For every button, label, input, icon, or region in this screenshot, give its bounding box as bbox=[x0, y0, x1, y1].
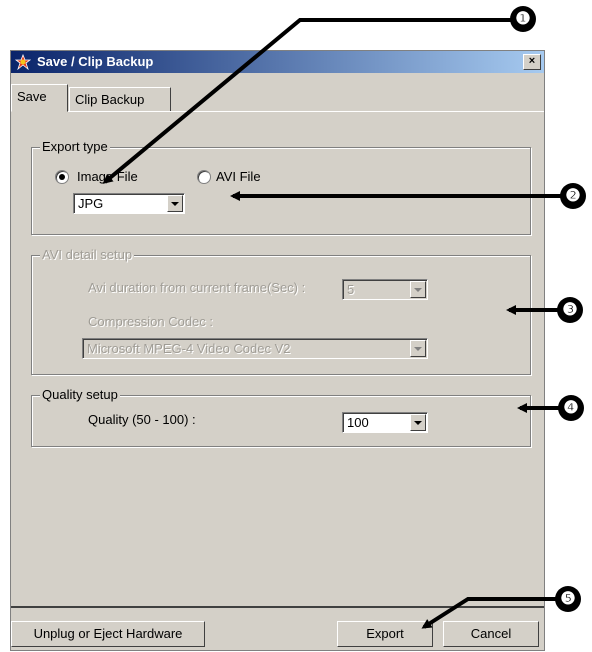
chevron-down-icon[interactable] bbox=[167, 195, 183, 212]
quality-select[interactable]: 100 bbox=[342, 412, 428, 433]
export-button[interactable]: Export bbox=[337, 621, 433, 647]
avi-file-label[interactable]: AVI File bbox=[216, 169, 261, 184]
callout-2: ❷ bbox=[560, 183, 586, 209]
callout-5: ❺ bbox=[555, 586, 581, 612]
avi-duration-value: 5 bbox=[347, 282, 355, 297]
export-type-label: Export type bbox=[40, 139, 110, 154]
avi-detail-group: AVI detail setup Avi duration from curre… bbox=[31, 247, 531, 375]
image-format-select[interactable]: JPG bbox=[73, 193, 185, 214]
tab-clip-backup[interactable]: Clip Backup bbox=[69, 87, 171, 111]
tab-save[interactable]: Save bbox=[11, 84, 68, 112]
quality-setup-label: Quality setup bbox=[40, 387, 120, 402]
title-bar[interactable]: Save / Clip Backup × bbox=[11, 51, 544, 73]
window-title: Save / Clip Backup bbox=[37, 54, 154, 69]
callout-4: ❹ bbox=[558, 395, 584, 421]
image-file-label[interactable]: Image File bbox=[77, 169, 138, 184]
avi-duration-label: Avi duration from current frame(Sec) : bbox=[88, 280, 306, 295]
chevron-down-icon bbox=[410, 340, 426, 357]
compression-codec-value: Microsoft MPEG-4 Video Codec V2 bbox=[87, 341, 291, 356]
quality-value: 100 bbox=[347, 415, 369, 430]
save-clip-backup-window: Save / Clip Backup × Save Clip Backup Ex… bbox=[10, 50, 545, 651]
quality-label: Quality (50 - 100) : bbox=[88, 412, 196, 427]
image-file-radio[interactable] bbox=[55, 170, 69, 184]
export-type-group: Export type Image File AVI File JPG bbox=[31, 139, 531, 235]
unplug-eject-hardware-button[interactable]: Unplug or Eject Hardware bbox=[11, 621, 205, 647]
image-format-value: JPG bbox=[78, 196, 104, 211]
compression-codec-label: Compression Codec : bbox=[88, 314, 213, 329]
cancel-button[interactable]: Cancel bbox=[443, 621, 539, 647]
chevron-down-icon bbox=[410, 281, 426, 298]
avi-duration-select: 5 bbox=[342, 279, 428, 300]
chevron-down-icon[interactable] bbox=[410, 414, 426, 431]
close-button[interactable]: × bbox=[523, 54, 541, 70]
callout-1: ❶ bbox=[510, 6, 536, 32]
compression-codec-select: Microsoft MPEG-4 Video Codec V2 bbox=[82, 338, 428, 359]
app-icon bbox=[15, 54, 31, 70]
callout-3: ❸ bbox=[557, 297, 583, 323]
avi-file-radio[interactable] bbox=[197, 170, 211, 184]
avi-detail-label: AVI detail setup bbox=[40, 247, 135, 262]
quality-setup-group: Quality setup Quality (50 - 100) : 100 bbox=[31, 387, 531, 447]
